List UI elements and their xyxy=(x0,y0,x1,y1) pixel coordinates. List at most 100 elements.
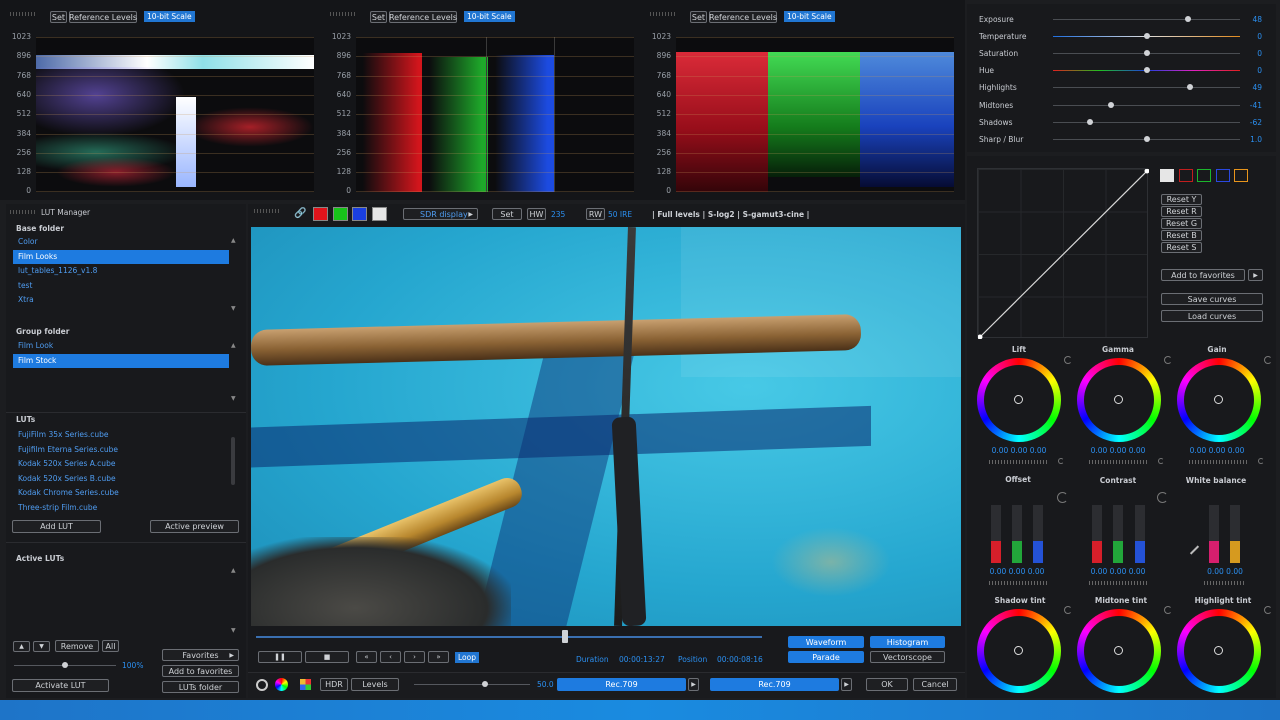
luts-folder-button[interactable]: LUTs folder xyxy=(162,681,239,693)
output-colorspace-dropdown[interactable]: Rec.709 xyxy=(710,678,839,691)
loop-toggle[interactable]: Loop xyxy=(455,652,479,663)
prev-frame-button[interactable]: ‹ xyxy=(380,651,401,663)
timeline-track[interactable] xyxy=(256,636,762,638)
lut-item[interactable]: Kodak 520x Series A.cube xyxy=(13,459,115,468)
highlight-tint-wheel[interactable] xyxy=(1177,609,1261,693)
reset-icon[interactable] xyxy=(1157,492,1168,503)
channel-swatch[interactable] xyxy=(371,207,387,221)
display-dropdown[interactable]: SDR display ▶ xyxy=(403,208,478,220)
hdr-button[interactable]: HDR xyxy=(320,678,348,691)
reference-levels-button[interactable]: Reference Levels xyxy=(709,11,777,23)
curve-channel-button[interactable] xyxy=(1197,169,1211,182)
reset-icon[interactable] xyxy=(1058,458,1064,464)
contrast-master-slider[interactable] xyxy=(1089,581,1147,585)
curve-favorites-arrow-icon[interactable]: ▶ xyxy=(1248,269,1263,281)
remove-all-button[interactable]: All xyxy=(102,640,119,652)
video-frame[interactable] xyxy=(251,227,961,626)
gamma-wheel[interactable] xyxy=(1077,358,1161,442)
reset-icon[interactable] xyxy=(1064,356,1072,364)
reset-icon[interactable] xyxy=(1064,606,1072,614)
reset-icon[interactable] xyxy=(1258,458,1264,464)
channel-swatch[interactable] xyxy=(352,207,367,221)
base-folder-item[interactable]: test xyxy=(13,279,229,293)
midtone-tint-wheel[interactable] xyxy=(1077,609,1161,693)
rw-button[interactable]: RW xyxy=(586,208,605,220)
vectorscope-toggle[interactable]: Vectorscope xyxy=(870,651,945,663)
slider-knob[interactable] xyxy=(1184,16,1191,22)
curve-channel-button[interactable] xyxy=(1160,169,1174,182)
rewind-button[interactable]: « xyxy=(356,651,377,663)
reset-icon[interactable] xyxy=(1158,458,1164,464)
save-curves-button[interactable]: Save curves xyxy=(1161,293,1263,305)
offset-master-slider[interactable] xyxy=(989,581,1047,585)
output-colorspace-arrow-icon[interactable]: ▶ xyxy=(841,678,852,691)
reset-s-button[interactable]: Reset S xyxy=(1161,242,1202,253)
ten-bit-scale-toggle[interactable]: 10-bit Scale xyxy=(784,11,835,22)
scroll-up-icon[interactable]: ▲ xyxy=(231,567,236,574)
slider-track[interactable] xyxy=(1053,19,1240,20)
levels-button[interactable]: Levels xyxy=(351,678,399,691)
favorites-dropdown[interactable]: Favorites ▶ xyxy=(162,649,239,661)
move-up-button[interactable]: ▲ xyxy=(13,641,30,652)
reset-b-button[interactable]: Reset B xyxy=(1161,230,1202,241)
slider-knob[interactable] xyxy=(1143,33,1150,40)
input-colorspace-arrow-icon[interactable]: ▶ xyxy=(688,678,699,691)
reset-icon[interactable] xyxy=(1264,606,1272,614)
set-button[interactable]: Set xyxy=(50,11,67,23)
reference-levels-button[interactable]: Reference Levels xyxy=(69,11,137,23)
hw-button[interactable]: HW xyxy=(527,208,546,220)
pause-button[interactable]: ❚❚ xyxy=(258,651,302,663)
curve-channel-button[interactable] xyxy=(1234,169,1248,182)
drag-grip-icon[interactable] xyxy=(10,210,36,214)
midtone-tint-handle[interactable] xyxy=(1114,646,1123,655)
ok-button[interactable]: OK xyxy=(866,678,908,691)
reset-icon[interactable] xyxy=(1164,356,1172,364)
group-folder-item[interactable]: Film Look xyxy=(13,339,229,353)
curve-add-to-favorites-button[interactable]: Add to favorites xyxy=(1161,269,1245,281)
color-wheel-icon[interactable] xyxy=(275,678,288,691)
base-folder-item[interactable]: Color xyxy=(13,235,229,249)
lift-wheel[interactable] xyxy=(977,358,1061,442)
link-icon[interactable]: 🔗 xyxy=(294,208,306,220)
color-picker-icon[interactable] xyxy=(256,679,268,691)
timeline-playhead[interactable] xyxy=(562,630,568,643)
scroll-down-icon[interactable]: ▼ xyxy=(231,627,236,634)
move-down-button[interactable]: ▼ xyxy=(33,641,50,652)
set-button[interactable]: Set xyxy=(690,11,707,23)
active-preview-button[interactable]: Active preview xyxy=(150,520,239,533)
grid-icon[interactable] xyxy=(300,679,311,690)
next-frame-button[interactable]: › xyxy=(404,651,425,663)
reset-y-button[interactable]: Reset Y xyxy=(1161,194,1202,205)
offset-blue-bar[interactable] xyxy=(1033,505,1043,563)
slider-track[interactable] xyxy=(1053,87,1240,89)
offset-green-bar[interactable] xyxy=(1012,505,1022,563)
stop-button[interactable]: ■ xyxy=(305,651,349,663)
slider-knob[interactable] xyxy=(1107,101,1114,108)
curve-channel-button[interactable] xyxy=(1178,169,1193,182)
activate-lut-button[interactable]: Activate LUT xyxy=(12,679,109,692)
input-colorspace-dropdown[interactable]: Rec.709 xyxy=(557,678,686,691)
slider-knob[interactable] xyxy=(1143,50,1150,57)
shadow-tint-handle[interactable] xyxy=(1014,646,1023,655)
lift-wheel-handle[interactable] xyxy=(1014,395,1023,404)
reset-icon[interactable] xyxy=(1164,606,1172,614)
set-button[interactable]: Set xyxy=(492,208,522,220)
nits-slider-knob[interactable] xyxy=(482,681,488,687)
base-folder-item[interactable]: lut_tables_1126_v1.8 xyxy=(13,264,229,278)
highlight-tint-handle[interactable] xyxy=(1214,646,1223,655)
drag-grip-icon[interactable] xyxy=(254,209,280,213)
gamma-master-slider[interactable] xyxy=(1089,460,1147,464)
wb-master-slider[interactable] xyxy=(1204,581,1244,585)
reset-g-button[interactable]: Reset G xyxy=(1161,218,1202,229)
channel-swatch[interactable] xyxy=(332,207,348,221)
contrast-green-bar[interactable] xyxy=(1113,505,1123,563)
offset-red-bar[interactable] xyxy=(991,505,1001,563)
opacity-slider[interactable] xyxy=(14,662,116,668)
slider-track[interactable] xyxy=(1053,104,1240,106)
scrollbar-thumb[interactable] xyxy=(231,437,235,485)
gamma-wheel-handle[interactable] xyxy=(1114,395,1123,404)
slider-knob[interactable] xyxy=(1143,135,1150,142)
scroll-up-icon[interactable]: ▲ xyxy=(231,342,236,349)
remove-button[interactable]: Remove xyxy=(55,640,99,652)
lut-item[interactable]: FujiFilm 35x Series.cube xyxy=(13,430,109,439)
